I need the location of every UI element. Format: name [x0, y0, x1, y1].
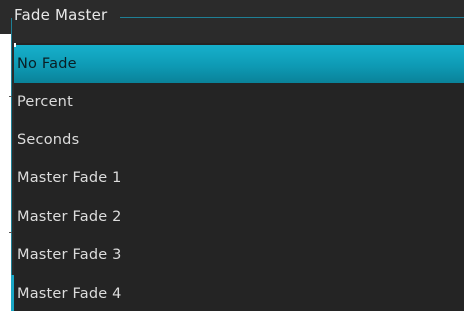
fade-master-window: Fade Master No Fade Percent Seconds Mast… [0, 0, 464, 311]
option-no-fade[interactable]: No Fade [14, 45, 464, 83]
fade-mode-dropdown-list[interactable]: No Fade Percent Seconds Master Fade 1 Ma… [14, 43, 464, 311]
groupbox-title: Fade Master [14, 6, 108, 24]
background-strip [0, 34, 11, 311]
option-percent[interactable]: Percent [14, 83, 464, 121]
groupbox-left-border [11, 18, 12, 298]
option-master-fade-3[interactable]: Master Fade 3 [14, 236, 464, 274]
option-master-fade-2[interactable]: Master Fade 2 [14, 198, 464, 236]
groupbox-border-line [120, 17, 464, 18]
option-master-fade-1[interactable]: Master Fade 1 [14, 159, 464, 197]
groupbox-header: Fade Master [0, 0, 464, 34]
option-seconds[interactable]: Seconds [14, 121, 464, 159]
divider-tick [9, 96, 12, 97]
divider-tick [9, 232, 12, 233]
option-master-fade-4[interactable]: Master Fade 4 [14, 275, 464, 311]
dropdown-corner-marker [14, 43, 16, 47]
